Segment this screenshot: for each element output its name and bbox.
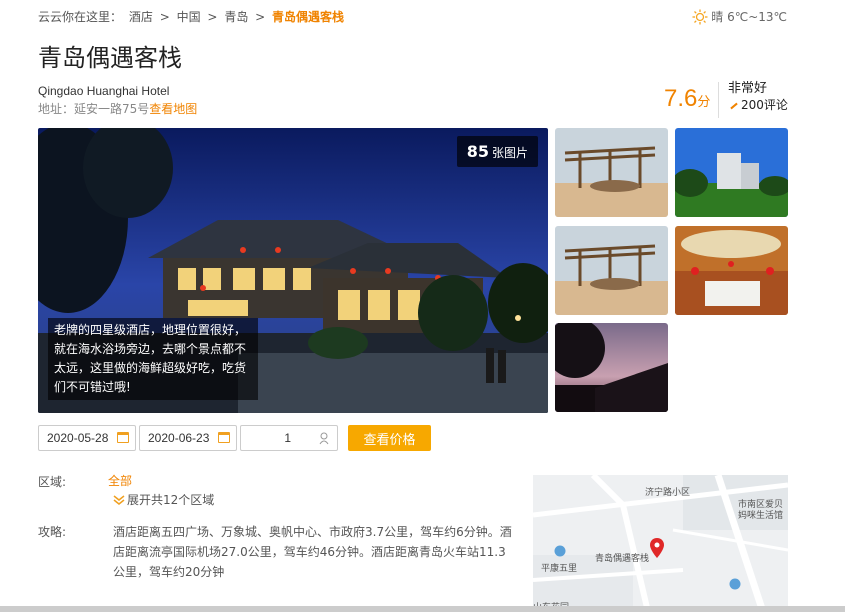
location-map[interactable]: 济宁路小区 市南区爱贝 妈咪生活馆 平康五里 青岛偶遇客栈 山东花园 [533, 475, 788, 612]
breadcrumb-separator: > [207, 10, 218, 24]
region-expand-label: 展开共12个区域 [127, 493, 215, 507]
breadcrumb-separator: > [159, 10, 170, 24]
map-pin-icon[interactable] [650, 538, 664, 560]
gallery-thumb-sunset[interactable] [555, 323, 668, 412]
guide-label: 攻略: [38, 525, 67, 539]
region-expand-toggle[interactable]: 展开共12个区域 [113, 491, 214, 508]
guest-count-input[interactable]: 1 [240, 425, 338, 451]
person-icon [319, 432, 329, 445]
weather-widget: 晴 6℃~13℃ [692, 8, 787, 25]
checkout-date-value: 2020-06-23 [148, 431, 210, 445]
region-all-link[interactable]: 全部 [108, 472, 132, 489]
guest-count-value: 1 [284, 431, 291, 445]
breadcrumb-prefix: 云云你在这里： [38, 10, 123, 24]
map-label-mami: 妈咪生活馆 [738, 511, 784, 521]
building-image [675, 128, 788, 217]
photo-count-number: 85 [466, 142, 489, 161]
gallery-thumb-banquet[interactable] [675, 226, 788, 315]
hotel-name-en: Qingdao Huanghai Hotel [38, 84, 170, 98]
pergola-image [555, 226, 668, 315]
bus-stop-icon [729, 578, 741, 590]
gallery-thumb-building[interactable] [675, 128, 788, 217]
photo-caption: 老牌的四星级酒店，地理位置很好，就在海水浴场旁边，去哪个景点都不太远，这里做的海… [48, 318, 258, 400]
guide-text: 酒店距离五四广场、万象城、奥帆中心、市政府3.7公里，驾车约6分钟。酒店距离流亭… [113, 525, 512, 579]
rating-score: 7.6分 [664, 84, 710, 117]
breadcrumb-current: 青岛偶遇客栈 [272, 10, 345, 24]
weather-text: 晴 6℃~13℃ [711, 10, 787, 24]
photo-count-suffix: 张图片 [491, 146, 528, 160]
review-count-link[interactable]: 200评论 [730, 96, 788, 113]
rating-label: 非常好 [728, 81, 768, 96]
hotel-address-text: 地址：延安一路75号 [38, 102, 150, 116]
sunset-image [555, 323, 668, 412]
location-marker-icon [554, 545, 566, 557]
region-label: 区域: [38, 475, 67, 489]
view-map-link[interactable]: 查看地图 [149, 102, 197, 116]
hotel-name: 青岛偶遇客栈 [38, 44, 182, 72]
scrollbar-track[interactable] [0, 606, 845, 612]
hotel-address: 地址：延安一路75号查看地图 [38, 100, 197, 117]
calendar-icon [218, 432, 230, 443]
breadcrumb-separator: > [255, 10, 266, 24]
rating-divider [718, 82, 719, 118]
breadcrumb-item-china[interactable]: 中国 [177, 10, 201, 24]
map-label-hotel: 青岛偶遇客栈 [595, 554, 650, 564]
map-label-jining: 济宁路小区 [645, 488, 691, 498]
checkin-date-value: 2020-05-28 [47, 431, 109, 445]
breadcrumb: 云云你在这里： 酒店 > 中国 > 青岛 > 青岛偶遇客栈 [38, 8, 347, 25]
map-label-pingkang: 平康五里 [541, 564, 578, 574]
breadcrumb-item-hotels[interactable]: 酒店 [129, 10, 153, 24]
chevron-down-icon [113, 494, 125, 505]
banquet-hall-image [675, 226, 788, 315]
calendar-icon [117, 432, 129, 443]
photo-count-badge[interactable]: 85 张图片 [456, 136, 538, 167]
rating-score-value: 7.6 [664, 85, 698, 112]
check-price-button[interactable]: 查看价格 [348, 425, 431, 451]
gallery-thumb-pergola-2[interactable] [555, 226, 668, 315]
checkin-date-input[interactable]: 2020-05-28 [38, 425, 136, 451]
breadcrumb-item-qingdao[interactable]: 青岛 [224, 10, 248, 24]
sun-icon [692, 9, 708, 24]
gallery-thumb-pergola[interactable] [555, 128, 668, 217]
pergola-image [555, 128, 668, 217]
checkout-date-input[interactable]: 2020-06-23 [139, 425, 237, 451]
main-photo[interactable]: 85 张图片 老牌的四星级酒店，地理位置很好，就在海水浴场旁边，去哪个景点都不太远… [38, 128, 548, 413]
rating-score-unit: 分 [697, 94, 711, 109]
